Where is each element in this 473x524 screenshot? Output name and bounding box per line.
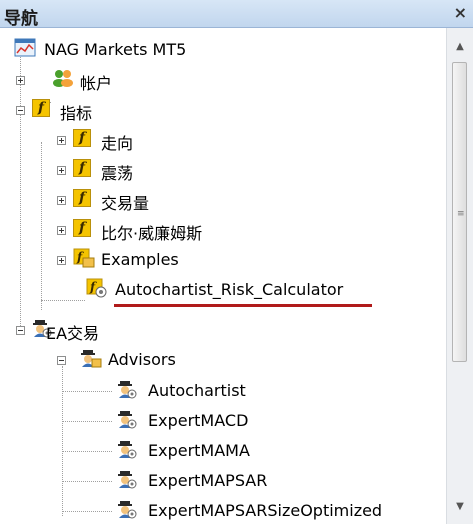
tree-item-advisor[interactable]: ExpertMAPSAR [0,466,446,496]
tree-item-examples[interactable]: f Examples [0,245,446,275]
expert-advisor-icon [117,499,137,519]
tree-root[interactable]: NAG Markets MT5 [0,35,446,65]
tree-item-advisor[interactable]: ExpertMACD [0,406,446,436]
expand-toggle[interactable] [57,196,66,205]
expand-toggle[interactable] [57,256,66,265]
indicator-folder-icon: f [32,99,52,119]
tree-item-label: 指标 [60,104,93,123]
expert-advisor-icon [117,439,137,459]
expand-toggle[interactable] [16,76,25,85]
tree-item-label: 震荡 [101,164,134,183]
tree-item-label: Autochartist [148,381,246,400]
expert-advisor-icon [117,379,137,399]
collapse-toggle[interactable] [16,326,25,335]
tree-item-advisors[interactable]: Advisors [0,345,446,375]
navigator-title-bar: 导航 × [0,0,473,29]
expert-advisor-folder-icon [80,348,102,368]
navigator-title: 导航 [4,9,38,29]
indicator-folder-icon: f [73,129,93,149]
tree-item-expert-advisors[interactable]: EA交易 [0,315,446,345]
accounts-icon [52,68,73,88]
tree-item-label: ExpertMACD [148,411,249,430]
tree-item-label: EA交易 [46,324,100,343]
scroll-up-icon[interactable]: ▲ [448,36,472,56]
tree-item-label: ExpertMAPSAR [148,471,268,490]
expand-toggle[interactable] [57,166,66,175]
vertical-scrollbar[interactable]: ▲ ≡ ▼ [446,28,473,524]
tree-item-label: 比尔·威廉姆斯 [101,224,203,243]
collapse-toggle[interactable] [57,356,66,365]
scroll-down-icon[interactable]: ▼ [448,496,472,516]
tree-item-label: ExpertMAPSARSizeOptimized [148,501,383,520]
tree-item-label: 走向 [101,134,134,153]
expert-advisor-icon [117,469,137,489]
close-icon[interactable]: × [454,3,467,23]
tree-item-label: Examples [101,250,179,269]
tree-item-advisor[interactable]: ExpertMAMA [0,436,446,466]
indicator-folder-icon: f [73,189,93,209]
indicator-folder-icon: f [73,219,93,239]
tree-item-advisor[interactable]: Autochartist [0,376,446,406]
navigator-tree: NAG Markets MT5 帐户 f 指标 f 走向 f 震荡 f 交易量 … [0,28,446,524]
expand-toggle[interactable] [57,136,66,145]
indicator-folder-icon: f [73,159,93,179]
collapse-toggle[interactable] [16,106,25,115]
tree-item-indicator-group[interactable]: f 交易量 [0,185,446,215]
scroll-thumb[interactable]: ≡ [452,62,467,362]
expand-toggle[interactable] [57,226,66,235]
tree-item-indicator-group[interactable]: f 比尔·威廉姆斯 [0,215,446,245]
indicator-script-icon: f [86,278,107,298]
tree-item-risk-calculator[interactable]: f Autochartist_Risk_Calculator [0,275,446,307]
tree-item-indicator-group[interactable]: f 震荡 [0,155,446,185]
tree-item-label: Autochartist_Risk_Calculator [115,280,344,299]
tree-root-label: NAG Markets MT5 [44,40,187,59]
tree-item-indicator-group[interactable]: f 走向 [0,125,446,155]
scroll-grip-icon: ≡ [457,209,465,219]
tree-item-account[interactable]: 帐户 [0,65,446,95]
tree-item-advisor[interactable]: ExpertMAPSARSizeOptimized [0,496,446,524]
tree-item-indicators[interactable]: f 指标 [0,95,446,125]
terminal-icon [14,38,36,58]
tree-item-label: ExpertMAMA [148,441,250,460]
tree-item-label: Advisors [108,350,176,369]
expert-advisor-icon [117,409,137,429]
tree-item-label: 交易量 [101,194,150,213]
highlight-underline [114,304,372,307]
examples-folder-icon: f [73,248,95,268]
tree-item-label: 帐户 [80,74,113,93]
